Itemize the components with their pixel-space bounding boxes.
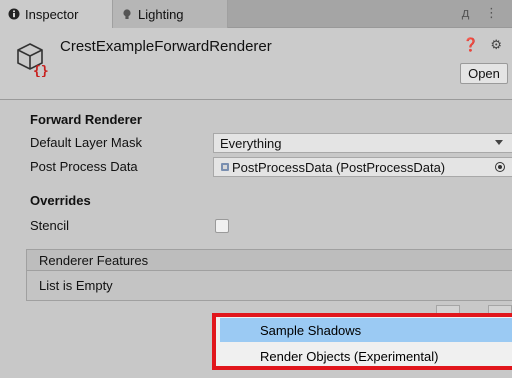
tab-lighting[interactable]: Lighting bbox=[113, 0, 228, 28]
tab-menu-icons[interactable]: д ⋮ bbox=[462, 5, 504, 21]
info-icon bbox=[8, 8, 20, 20]
renderer-features-header[interactable]: Renderer Features bbox=[26, 249, 512, 271]
chevron-down-icon bbox=[495, 140, 503, 145]
svg-text:{}: {} bbox=[33, 64, 49, 77]
section-overrides: Overrides bbox=[30, 193, 91, 208]
renderer-asset-icon: {} bbox=[17, 43, 49, 77]
post-process-data-field[interactable]: PostProcessData (PostProcessData) bbox=[213, 157, 512, 177]
post-process-data-value: PostProcessData (PostProcessData) bbox=[232, 159, 446, 175]
open-button[interactable]: Open bbox=[460, 63, 508, 84]
default-layer-mask-value: Everything bbox=[220, 135, 282, 151]
inspector-header: {} CrestExampleForwardRenderer ❓ ⚙ Open bbox=[0, 28, 512, 100]
list-empty-text: List is Empty bbox=[39, 278, 113, 293]
tab-inspector[interactable]: Inspector bbox=[0, 0, 113, 28]
stencil-checkbox[interactable] bbox=[215, 219, 229, 233]
tab-bar: Inspector Lighting д ⋮ bbox=[0, 0, 512, 28]
add-renderer-feature-menu: Sample Shadows Render Objects (Experimen… bbox=[212, 313, 512, 370]
menu-item-render-objects[interactable]: Render Objects (Experimental) bbox=[216, 344, 512, 368]
renderer-features-list: List is Empty bbox=[26, 271, 512, 301]
default-layer-mask-dropdown[interactable]: Everything bbox=[213, 133, 512, 153]
tab-inspector-label: Inspector bbox=[25, 6, 79, 22]
stencil-label: Stencil bbox=[30, 218, 70, 233]
header-help-settings-icons[interactable]: ❓ ⚙ bbox=[463, 37, 506, 53]
bulb-icon bbox=[123, 9, 131, 19]
renderer-features-title: Renderer Features bbox=[39, 252, 149, 268]
default-layer-mask-label: Default Layer Mask bbox=[30, 135, 142, 150]
asset-title: CrestExampleForwardRenderer bbox=[60, 38, 272, 55]
object-picker-icon[interactable] bbox=[495, 162, 505, 172]
post-process-data-label: Post Process Data bbox=[30, 159, 138, 174]
section-forward-renderer: Forward Renderer bbox=[30, 112, 142, 127]
tab-lighting-label: Lighting bbox=[138, 6, 184, 22]
scriptable-object-icon bbox=[221, 163, 229, 171]
menu-item-sample-shadows[interactable]: Sample Shadows bbox=[220, 318, 512, 342]
